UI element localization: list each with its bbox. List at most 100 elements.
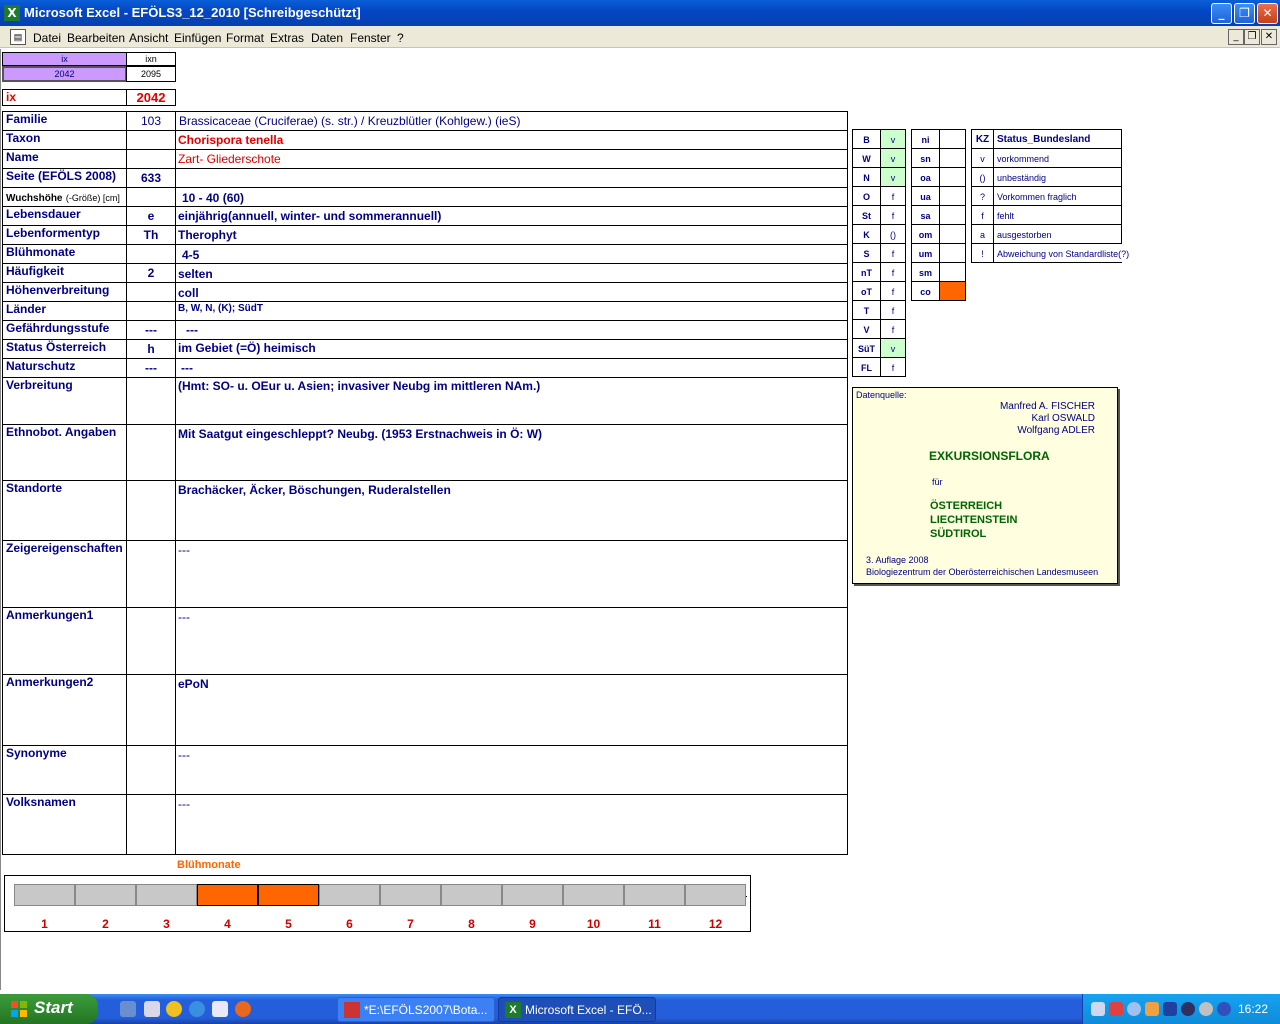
source-edition: 3. Auflage 2008 xyxy=(866,555,929,565)
month-label: 7 xyxy=(407,917,414,931)
lebensformentyp-value: Therophyt xyxy=(175,225,848,245)
altitude-code: ua xyxy=(911,186,940,206)
lebensformentyp-code: Th xyxy=(126,225,176,245)
info-icon[interactable] xyxy=(1199,1002,1213,1016)
anm1-label: Anmerkungen1 xyxy=(2,607,127,675)
lebensdauer-label: Lebensdauer xyxy=(2,206,127,226)
altitude-marker xyxy=(939,243,966,263)
legend-kz: a xyxy=(971,224,994,244)
state-code: SüT xyxy=(852,338,881,358)
zeiger-value: --- xyxy=(175,540,848,608)
ethnobot-code xyxy=(126,424,176,481)
worksheet: ix ixn 2042 2095 ix 2042 Familie 103 Bra… xyxy=(0,49,1280,990)
gefaehrdung-value: --- xyxy=(175,320,848,340)
altitude-code: sn xyxy=(911,148,940,168)
legend-text: fehlt xyxy=(993,205,1122,225)
month-bar xyxy=(197,884,258,906)
laender-value: B, W, N, (K); SüdT xyxy=(175,301,848,321)
excel-icon: X xyxy=(4,5,20,21)
month-label: 11 xyxy=(648,917,661,931)
wuchshoehe-code xyxy=(126,187,176,207)
outlook-icon[interactable] xyxy=(212,1001,228,1017)
lebensformentyp-label: Lebenformentyp xyxy=(2,225,127,245)
altitude-marker-active xyxy=(939,281,966,301)
shield-icon[interactable] xyxy=(1163,1002,1177,1016)
verbreitung-label: Verbreitung xyxy=(2,377,127,425)
month-label: 9 xyxy=(529,917,536,931)
naturschutz-label: Naturschutz xyxy=(2,358,127,378)
month-bar xyxy=(14,884,75,906)
taskbar: Start *E:\EFÖLS2007\Bota... X Microsoft … xyxy=(0,994,1280,1024)
altitude-code: oa xyxy=(911,167,940,187)
volksnamen-code xyxy=(126,794,176,855)
ix-label: ix xyxy=(2,89,127,106)
menu-bearbeiten[interactable]: Bearbeiten xyxy=(67,31,125,45)
quicklaunch-icon-2[interactable] xyxy=(144,1001,160,1017)
anm1-code xyxy=(126,607,176,675)
legend-kz-header: KZ xyxy=(971,129,994,149)
menu-datei[interactable]: Datei xyxy=(33,31,61,45)
ix-value: 2042 xyxy=(126,89,176,106)
standorte-value: Brachäcker, Äcker, Böschungen, Ruderalst… xyxy=(175,480,848,541)
ix-nav-value[interactable]: 2042 xyxy=(2,66,127,82)
media-player-icon[interactable] xyxy=(166,1001,182,1017)
menu-ansicht[interactable]: Ansicht xyxy=(129,31,168,45)
tray-app-icon-2[interactable] xyxy=(1181,1002,1195,1016)
status-code: h xyxy=(126,339,176,359)
menu-help[interactable]: ? xyxy=(397,31,404,45)
state-status: f xyxy=(880,300,906,320)
source-author-3: Wolfgang ADLER xyxy=(1017,425,1095,436)
source-publisher: Biologiezentrum der Oberösterreichischen… xyxy=(866,567,1099,577)
laender-code xyxy=(126,301,176,321)
synonyme-value: --- xyxy=(175,745,848,795)
system-tray: 16:22 xyxy=(1082,994,1280,1024)
state-status: f xyxy=(880,262,906,282)
naturschutz-value: --- xyxy=(175,358,848,378)
task-button-explorer[interactable]: *E:\EFÖLS2007\Bota... xyxy=(337,997,495,1022)
ethnobot-label: Ethnobot. Angaben xyxy=(2,424,127,481)
restore-button[interactable]: ❐ xyxy=(1234,3,1255,24)
anm2-code xyxy=(126,674,176,746)
doc-close-button[interactable]: ✕ xyxy=(1261,29,1277,45)
menu-fenster[interactable]: Fenster xyxy=(350,31,391,45)
search-icon[interactable] xyxy=(1127,1002,1141,1016)
close-button[interactable]: ✕ xyxy=(1257,3,1278,24)
anm2-value: ePoN xyxy=(175,674,848,746)
start-button[interactable]: Start xyxy=(0,994,98,1024)
bluehmonate-label: Blühmonate xyxy=(2,244,127,264)
month-label: 10 xyxy=(586,917,601,931)
menu-daten[interactable]: Daten xyxy=(311,31,343,45)
menu-format[interactable]: Format xyxy=(226,31,264,45)
minimize-button[interactable]: _ xyxy=(1211,3,1232,24)
security-alert-icon[interactable] xyxy=(1109,1002,1123,1016)
tray-app-icon[interactable] xyxy=(1145,1002,1159,1016)
state-code: T xyxy=(852,300,881,320)
document-icon[interactable]: ▤ xyxy=(10,29,26,45)
menu-extras[interactable]: Extras xyxy=(270,31,304,45)
task-excel-label: Microsoft Excel - EFÖ... xyxy=(525,1003,652,1017)
doc-restore-button[interactable]: ❐ xyxy=(1244,29,1260,45)
familie-value: Brassicaceae (Cruciferae) (s. str.) / Kr… xyxy=(175,111,848,131)
altitude-code: sa xyxy=(911,205,940,225)
internet-explorer-icon[interactable] xyxy=(189,1001,205,1017)
zeiger-code xyxy=(126,540,176,608)
altitude-marker xyxy=(939,224,966,244)
state-status: v xyxy=(880,148,906,168)
doc-minimize-button[interactable]: _ xyxy=(1228,29,1244,45)
month-bar xyxy=(624,884,685,906)
windows-logo-icon xyxy=(11,1001,27,1017)
task-button-excel[interactable]: X Microsoft Excel - EFÖ... xyxy=(498,997,656,1022)
firefox-icon[interactable] xyxy=(235,1001,251,1017)
altitude-code: sm xyxy=(911,262,940,282)
volksnamen-value: --- xyxy=(175,794,848,855)
altitude-code: ni xyxy=(911,129,940,149)
source-title: EXKURSIONSFLORA xyxy=(929,449,1050,463)
hoehenverbreitung-label: Höhenverbreitung xyxy=(2,282,127,302)
altitude-code: om xyxy=(911,224,940,244)
menu-einfuegen[interactable]: Einfügen xyxy=(174,31,221,45)
clock: 16:22 xyxy=(1237,1002,1268,1016)
tray-app-icon-3[interactable] xyxy=(1217,1002,1231,1016)
network-icon[interactable] xyxy=(1091,1002,1105,1016)
quicklaunch-icon-1[interactable] xyxy=(120,1001,136,1017)
ix-nav-button[interactable]: ix xyxy=(2,52,127,66)
